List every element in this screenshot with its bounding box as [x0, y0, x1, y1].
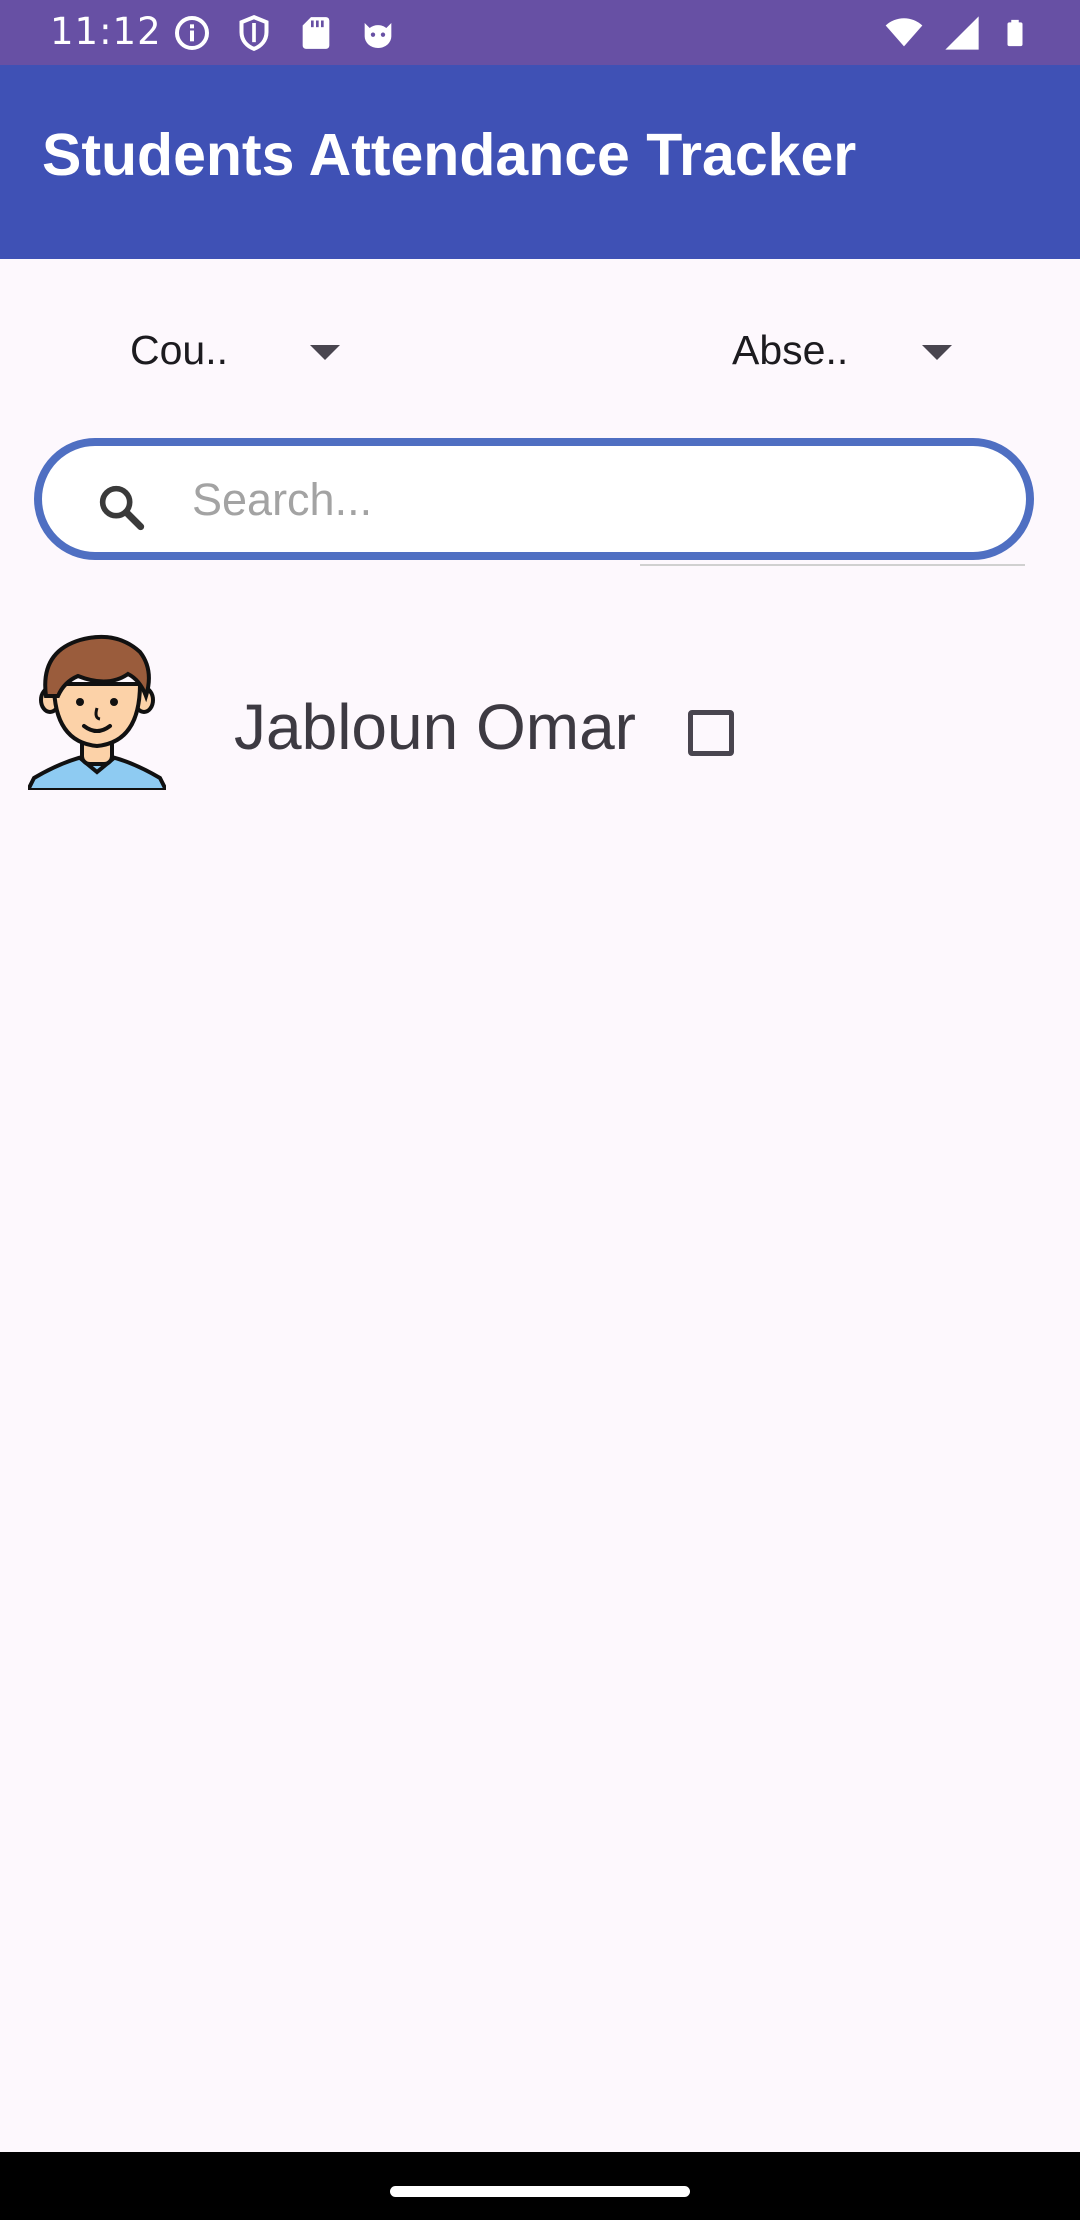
course-spinner-value: Cou..	[130, 326, 228, 373]
wifi-icon	[885, 18, 923, 47]
status-bar: 11:12	[0, 0, 1080, 65]
app-title: Students Attendance Tracker	[42, 122, 857, 188]
search-box[interactable]	[34, 438, 1034, 560]
student-name: Jabloun Omar	[234, 691, 636, 763]
absence-spinner[interactable]: Abse..	[732, 310, 952, 390]
student-list-item[interactable]: Jabloun Omar	[0, 630, 1080, 790]
home-indicator[interactable]	[390, 2186, 690, 2197]
search-input[interactable]	[190, 466, 994, 534]
shield-icon	[239, 15, 269, 51]
signal-icon	[945, 16, 979, 50]
dropdown-arrow-icon	[922, 344, 952, 360]
search-underline	[640, 564, 1025, 566]
boy-avatar-icon	[28, 634, 166, 790]
dropdown-arrow-icon	[310, 344, 340, 360]
search-icon	[99, 485, 145, 531]
battery-icon	[1007, 19, 1023, 47]
attendance-checkbox[interactable]	[688, 710, 734, 756]
sd-card-icon	[302, 17, 330, 49]
navigation-bar	[0, 2152, 1080, 2220]
status-notification-icons	[172, 13, 398, 53]
status-time: 11:12	[50, 10, 162, 53]
status-system-icons	[884, 13, 1030, 53]
app-screen: 11:12 Students Attendance Tracker Cou.. …	[0, 0, 1080, 2220]
app-bar: Students Attendance Tracker	[0, 65, 1080, 259]
info-icon	[175, 16, 209, 50]
course-spinner[interactable]: Cou..	[130, 310, 340, 390]
absence-spinner-value: Abse..	[732, 326, 849, 373]
cat-face-icon	[364, 23, 392, 48]
